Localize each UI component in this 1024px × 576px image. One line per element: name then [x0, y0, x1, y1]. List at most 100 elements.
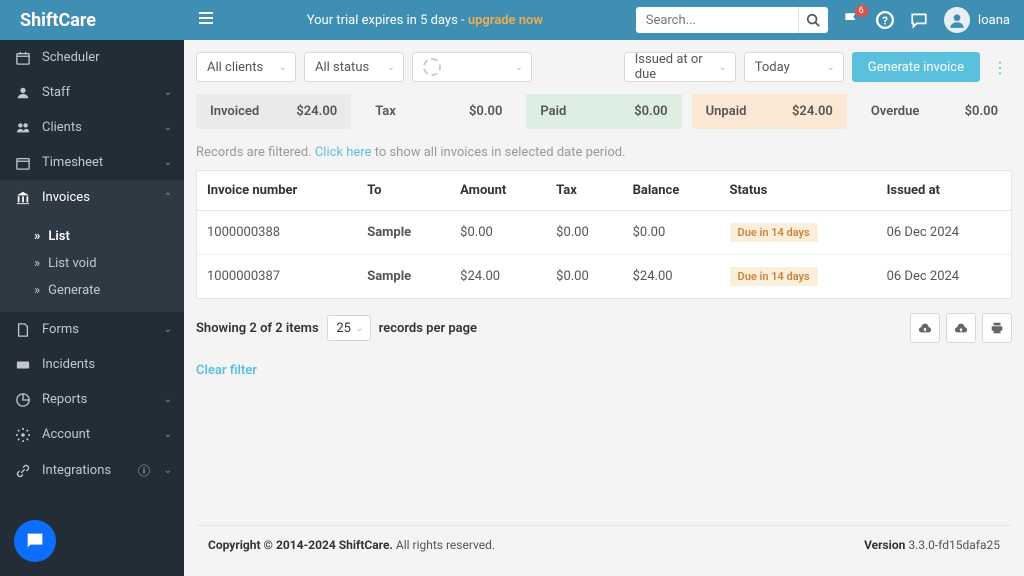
sidebar-item-incidents[interactable]: Incidents	[0, 347, 184, 382]
sidebar-item-forms[interactable]: Forms ⌄	[0, 312, 184, 347]
clear-filter-link[interactable]: Clear filter	[196, 363, 1012, 378]
generate-invoice-button[interactable]: Generate invoice	[852, 52, 980, 82]
link-icon	[16, 464, 30, 478]
cell-status: Due in 14 days	[720, 255, 877, 299]
cell-tax: $0.00	[546, 211, 622, 255]
notification-count: 6	[855, 5, 868, 17]
sidebar-label: Reports	[42, 392, 87, 407]
cell-tax: $0.00	[546, 255, 622, 299]
sidebar-item-reports[interactable]: Reports ⌄	[0, 382, 184, 417]
placeholder-icon	[423, 58, 441, 76]
user-icon	[948, 11, 966, 29]
filter-status[interactable]: All status⌄	[304, 52, 404, 82]
col-status[interactable]: Status	[720, 171, 877, 211]
download-cloud-button[interactable]	[910, 313, 940, 343]
search-button[interactable]	[798, 7, 828, 33]
avatar	[944, 7, 970, 33]
filter-issued[interactable]: Issued at or due⌄	[624, 52, 736, 82]
sidebar-sub-list-void[interactable]: » List void	[34, 250, 184, 277]
sidebar-label: Incidents	[42, 357, 95, 372]
sidebar-sub-list[interactable]: » List	[34, 223, 184, 250]
table-row[interactable]: 1000000388 Sample $0.00 $0.00 $0.00 Due …	[197, 211, 1011, 255]
col-amount[interactable]: Amount	[450, 171, 546, 211]
chevron-down-icon: ⌄	[164, 157, 172, 168]
col-to[interactable]: To	[357, 171, 450, 211]
sidebar-item-invoices[interactable]: Invoices ⌃	[0, 180, 184, 215]
sidebar-item-scheduler[interactable]: Scheduler	[0, 40, 184, 75]
sidebar-sub-label: Generate	[48, 283, 100, 298]
sidebar-label: Staff	[42, 85, 70, 100]
sidebar-item-integrations[interactable]: Integrations ⓘ ⌄	[0, 452, 184, 489]
user-menu[interactable]: Ioana	[944, 7, 1010, 33]
summary-invoiced: Invoiced$24.00	[196, 94, 351, 129]
sidebar-item-staff[interactable]: Staff ⌄	[0, 75, 184, 110]
file-icon	[16, 323, 30, 337]
col-tax[interactable]: Tax	[546, 171, 622, 211]
pagination-summary: Showing 2 of 2 items	[196, 321, 319, 336]
print-icon	[990, 321, 1004, 335]
help-button[interactable]: ?	[876, 11, 894, 29]
sidebar-label: Account	[42, 427, 90, 442]
user-name: Ioana	[978, 13, 1010, 28]
chevron-down-icon: ⌄	[515, 62, 523, 73]
calendar-icon	[16, 51, 30, 65]
kebab-icon: ⋮	[992, 58, 1008, 77]
sidebar-label: Forms	[42, 322, 79, 337]
alert-icon	[16, 358, 30, 372]
user-icon	[16, 86, 30, 100]
gear-icon	[16, 428, 30, 442]
chevron-down-icon: ⌄	[718, 62, 726, 73]
chevron-down-icon: ⌄	[164, 465, 172, 476]
upload-cloud-button[interactable]	[946, 313, 976, 343]
filter-note: Records are filtered. Click here to show…	[196, 145, 1012, 160]
chat-icon	[910, 11, 928, 29]
double-chevron-icon: »	[34, 256, 40, 271]
sidebar-sub-generate[interactable]: » Generate	[34, 277, 184, 304]
summary-paid: Paid$0.00	[526, 94, 681, 129]
search-input[interactable]	[636, 7, 798, 33]
more-actions-button[interactable]: ⋮	[988, 52, 1012, 82]
notifications-button[interactable]: 6	[842, 11, 860, 29]
bank-icon	[16, 191, 30, 205]
cell-balance: $24.00	[623, 255, 720, 299]
show-all-link[interactable]: Click here	[315, 145, 372, 160]
col-invoice-number[interactable]: Invoice number	[197, 171, 357, 211]
upgrade-link[interactable]: upgrade now	[468, 13, 543, 28]
hamburger-icon[interactable]	[198, 10, 214, 30]
cloud-download-icon	[918, 321, 932, 335]
chevron-down-icon: ⌄	[164, 324, 172, 335]
sidebar-label: Timesheet	[42, 155, 103, 170]
sidebar-item-account[interactable]: Account ⌄	[0, 417, 184, 452]
status-badge: Due in 14 days	[730, 267, 818, 286]
footer-version: Version 3.3.0-fd15dafa25	[864, 538, 1000, 552]
filter-extra[interactable]: ⌄	[412, 52, 532, 82]
sidebar-item-clients[interactable]: Clients ⌄	[0, 110, 184, 145]
help-icon: ?	[876, 11, 894, 29]
table-row[interactable]: 1000000387 Sample $24.00 $0.00 $24.00 Du…	[197, 255, 1011, 299]
messages-button[interactable]	[910, 11, 928, 29]
col-issued[interactable]: Issued at	[877, 171, 1011, 211]
double-chevron-icon: »	[34, 229, 40, 244]
page-size-select[interactable]: 25⌄	[327, 315, 371, 341]
chart-icon	[16, 393, 30, 407]
chevron-down-icon: ⌄	[164, 87, 172, 98]
status-badge: Due in 14 days	[730, 223, 818, 242]
double-chevron-icon: »	[34, 283, 40, 298]
cell-amount: $24.00	[450, 255, 546, 299]
chevron-down-icon: ⌄	[355, 323, 363, 334]
col-balance[interactable]: Balance	[623, 171, 720, 211]
sidebar-sub-label: List	[48, 229, 69, 244]
chevron-down-icon: ⌄	[164, 429, 172, 440]
chat-icon	[24, 530, 46, 552]
summary-unpaid: Unpaid$24.00	[692, 94, 847, 129]
print-button[interactable]	[982, 313, 1012, 343]
filter-clients[interactable]: All clients⌄	[196, 52, 296, 82]
cell-issued: 06 Dec 2024	[877, 211, 1011, 255]
cell-status: Due in 14 days	[720, 211, 877, 255]
cell-invoice: 1000000387	[197, 255, 357, 299]
support-chat-button[interactable]	[14, 520, 56, 562]
summary-overdue: Overdue$0.00	[857, 94, 1012, 129]
filter-range[interactable]: Today⌄	[744, 52, 844, 82]
sidebar-item-timesheet[interactable]: Timesheet ⌄	[0, 145, 184, 180]
sidebar-label: Invoices	[42, 190, 90, 205]
